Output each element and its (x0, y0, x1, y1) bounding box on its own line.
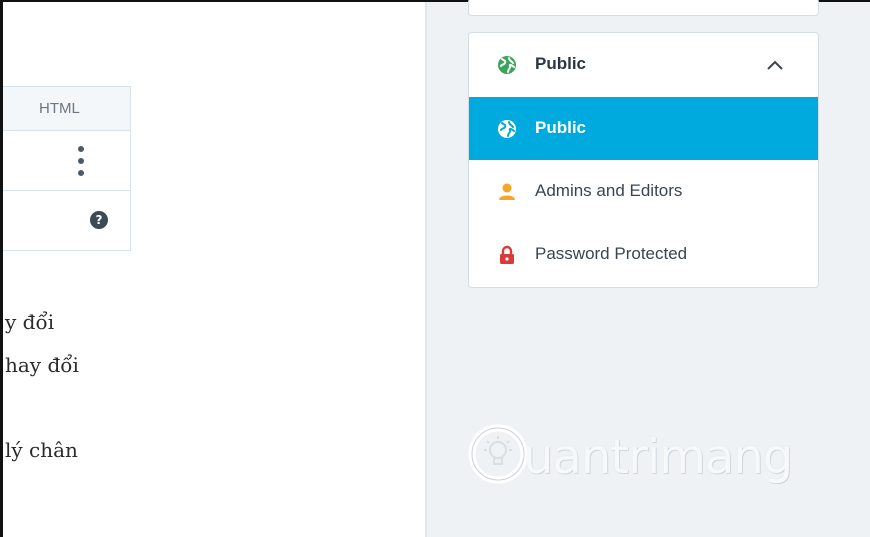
watermark-logo: uantrimang (467, 415, 847, 495)
tab-html[interactable]: HTML (3, 87, 130, 131)
visibility-option-password-protected[interactable]: Password Protected (469, 223, 818, 286)
editor-toolbar-panel: HTML ? (3, 86, 131, 251)
editor-text-line: lý chân (5, 438, 78, 462)
chevron-up-icon (767, 60, 783, 70)
help-icon[interactable]: ? (90, 211, 108, 229)
visibility-option-label: Password Protected (535, 244, 688, 263)
visibility-selected-label: Public (535, 54, 587, 73)
tab-html-label: HTML (39, 100, 80, 117)
lightbulb-icon (468, 424, 528, 484)
visibility-option-admins-editors[interactable]: Admins and Editors (469, 160, 818, 223)
lock-icon (500, 245, 514, 264)
user-icon (499, 183, 515, 200)
editor-options-row (3, 131, 130, 191)
editor-text-line: hay đổi (5, 353, 79, 377)
visibility-option-public[interactable]: Public (469, 97, 818, 160)
watermark-text: uantrimang (523, 429, 793, 485)
more-options-icon[interactable] (76, 146, 86, 176)
visibility-dropdown-toggle[interactable]: Public (469, 33, 818, 97)
editor-text-line: y đổi (5, 310, 55, 334)
visibility-option-label: Public (535, 118, 587, 137)
visibility-dropdown: Public Public Admins and Editors Passwor… (468, 32, 819, 288)
editor-pane: HTML ? y đổi hay đổi lý chân (3, 2, 425, 537)
visibility-option-label: Admins and Editors (535, 181, 683, 200)
globe-icon (498, 56, 516, 74)
previous-settings-card (468, 0, 819, 16)
globe-icon (498, 120, 516, 138)
